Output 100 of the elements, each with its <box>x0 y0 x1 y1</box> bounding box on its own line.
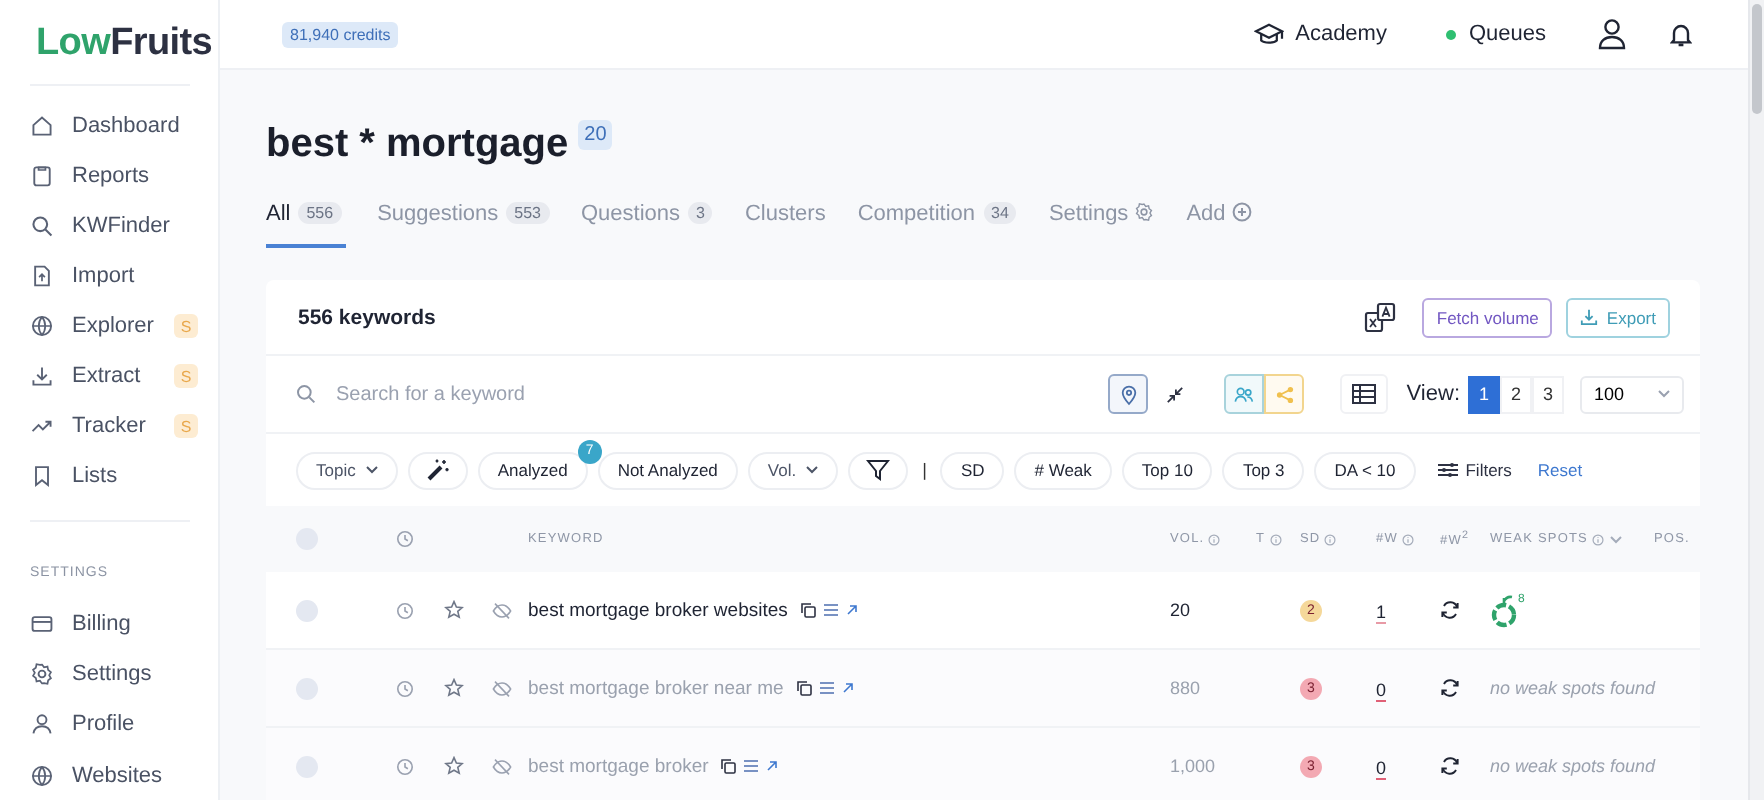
credit-card-icon <box>30 612 54 637</box>
volume-cell-text: 880 <box>1170 678 1203 698</box>
sidebar-item[interactable]: Tracker S <box>30 401 218 452</box>
star-icon[interactable] <box>444 600 464 620</box>
filter-chip[interactable]: Not Analyzed <box>597 451 738 489</box>
sidebar-item[interactable]: Profile <box>30 699 218 750</box>
clock-icon[interactable] <box>396 679 414 697</box>
external-link-icon[interactable] <box>766 760 779 772</box>
globe-icon <box>30 314 54 339</box>
fruit-icon <box>1490 593 1518 627</box>
weak-count: 0 <box>1376 758 1387 780</box>
caret-icon <box>806 466 819 474</box>
count-badge: 20 <box>578 120 613 150</box>
refresh-icon[interactable] <box>1440 756 1460 776</box>
clipboard-icon <box>30 164 54 189</box>
filter-chip[interactable]: DA < 10 <box>1314 451 1416 489</box>
copy-icon[interactable] <box>799 602 816 618</box>
bell-icon[interactable] <box>1670 21 1692 47</box>
list-icon[interactable] <box>819 682 834 694</box>
people-icon <box>1234 385 1255 403</box>
download-icon <box>1580 308 1599 326</box>
info-icon <box>1591 533 1604 545</box>
download-icon <box>30 364 54 389</box>
info-icon <box>1269 533 1282 545</box>
volume-cell-text: 1,000 <box>1170 756 1218 776</box>
refresh-icon[interactable] <box>1440 678 1460 698</box>
weak-count: 1 <box>1376 602 1387 624</box>
row-checkbox[interactable] <box>296 599 318 621</box>
search-icon <box>30 214 54 239</box>
file-upload-icon <box>30 264 54 289</box>
plan-badge: S <box>174 414 198 439</box>
filters-button[interactable]: Filters <box>1425 460 1512 480</box>
people-button[interactable] <box>1224 374 1265 414</box>
filter-dropdown[interactable]: Vol. <box>747 451 839 489</box>
collapse-icon <box>1165 385 1184 403</box>
queues-link[interactable]: Queues <box>1446 22 1546 46</box>
location-pin-button[interactable] <box>1108 374 1149 414</box>
copy-icon[interactable] <box>795 680 812 696</box>
sidebar-item[interactable]: KWFinder <box>30 201 218 252</box>
volume-cell-text: 20 <box>1170 600 1193 620</box>
tab[interactable]: All 556 <box>266 200 346 248</box>
tab[interactable]: Questions 3 <box>581 200 713 248</box>
view-label: View: <box>1406 382 1460 406</box>
funnel-button[interactable] <box>848 451 909 489</box>
view-option[interactable]: 2 <box>1500 375 1532 413</box>
info-icon <box>1324 533 1337 545</box>
table-view-button[interactable] <box>1340 374 1389 414</box>
sidebar-item[interactable]: Settings <box>30 649 218 700</box>
eye-slash-icon[interactable] <box>492 757 512 775</box>
sidebar-item[interactable]: Reports <box>30 151 218 202</box>
academy-link[interactable]: Academy <box>1253 21 1387 47</box>
info-icon <box>1401 533 1414 545</box>
tab[interactable]: Suggestions 553 <box>377 200 549 248</box>
filter-chip[interactable]: Top 10 <box>1121 451 1213 489</box>
sidebar-item[interactable]: Websites <box>30 750 218 800</box>
table-icon <box>1352 384 1377 404</box>
tab[interactable]: Competition 34 <box>857 200 1017 248</box>
clock-icon[interactable] <box>396 757 414 775</box>
list-icon[interactable] <box>823 604 838 616</box>
translate-icon[interactable] <box>1364 301 1397 333</box>
location-pin-icon <box>1119 383 1138 405</box>
view-option[interactable]: 1 <box>1468 375 1500 413</box>
filter-chip[interactable]: SD <box>940 451 1005 489</box>
weak-spots-text: no weak spots found <box>1490 756 1654 776</box>
weak-spots-text: no weak spots found <box>1490 678 1654 698</box>
sidebar-item[interactable]: Extract S <box>30 351 218 402</box>
keyword-text: best mortgage broker near me <box>528 677 784 699</box>
refresh-icon[interactable] <box>1440 600 1460 620</box>
list-icon[interactable] <box>744 760 759 772</box>
filter-chip[interactable]: Analyzed <box>477 451 588 489</box>
filter-chip[interactable]: # Weak <box>1014 451 1112 489</box>
sidebar-item[interactable]: Dashboard <box>30 101 218 152</box>
caret-icon <box>1658 390 1670 398</box>
star-icon[interactable] <box>444 678 464 698</box>
sidebar-item[interactable]: Explorer S <box>30 301 218 352</box>
user-icon[interactable] <box>1598 18 1626 50</box>
external-link-icon[interactable] <box>845 604 858 616</box>
filter-chip[interactable]: Top 3 <box>1222 451 1305 489</box>
reset-link[interactable]: Reset <box>1537 460 1583 480</box>
magic-wand-icon <box>425 458 450 482</box>
scrollbar[interactable] <box>1748 0 1764 800</box>
filter-dropdown[interactable]: Topic <box>296 451 398 489</box>
settings-icon <box>1134 202 1155 222</box>
copy-icon[interactable] <box>720 758 737 774</box>
sidebar-item[interactable]: Billing <box>30 599 218 650</box>
keyword-text: best mortgage broker websites <box>528 599 788 621</box>
external-link-icon[interactable] <box>841 682 854 694</box>
star-icon[interactable] <box>444 756 464 776</box>
eye-slash-icon[interactable] <box>492 601 512 619</box>
separator-text: | <box>922 460 927 480</box>
clock-icon[interactable] <box>396 601 414 619</box>
fetch-volume-button[interactable]: Fetch volume <box>1422 297 1553 337</box>
sidebar-item[interactable]: Import <box>30 251 218 302</box>
magic-wand-button[interactable] <box>407 451 468 489</box>
graduation-cap-icon <box>1253 21 1284 47</box>
view-option[interactable]: 3 <box>1532 375 1564 413</box>
clock-icon[interactable] <box>396 530 414 548</box>
page-size-select[interactable]: 100 <box>1580 375 1684 413</box>
eye-slash-icon[interactable] <box>492 679 512 697</box>
sidebar-item[interactable]: Lists <box>30 451 218 502</box>
